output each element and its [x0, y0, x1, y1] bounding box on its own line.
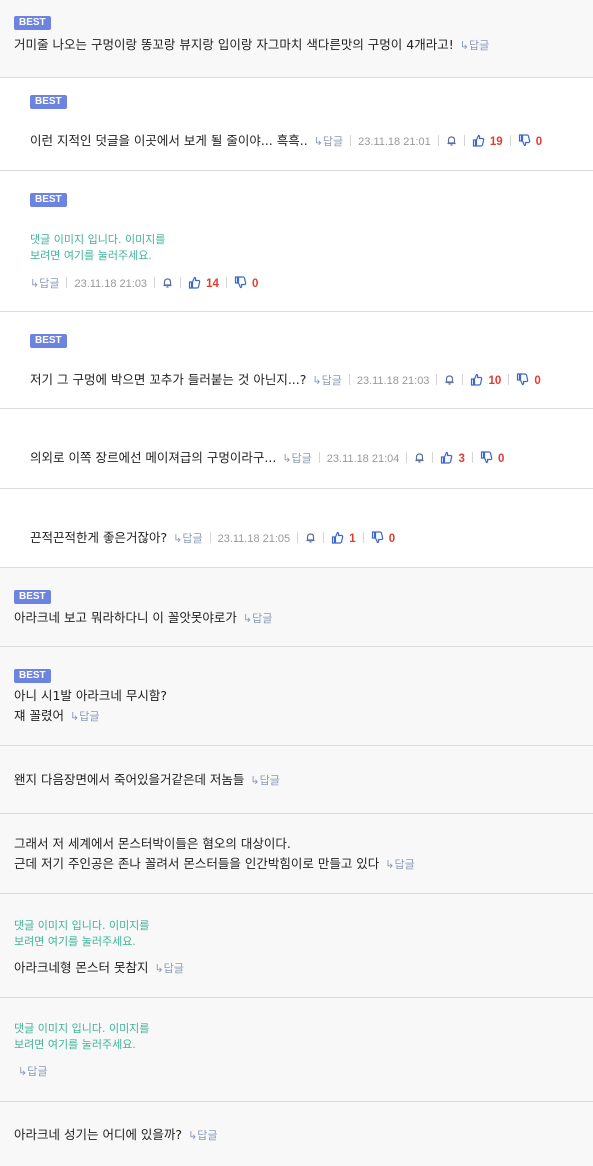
- comment-row: BEST 댓글 이미지 입니다. 이미지를 보려면 여기를 눌러주세요. ↳답글…: [0, 171, 593, 312]
- comment-row: 의외로 이쪽 장르에선 메이져급의 구멍이라구... ↳답글 23.11.18 21…: [0, 409, 593, 489]
- downvote-count: 0: [388, 533, 396, 545]
- best-badge: BEST: [14, 16, 51, 30]
- comment-line: 거미줄 나오는 구멍이랑 똥꼬랑 뷰지랑 입이랑 자그마치 색다른맛의 구멍이 …: [14, 34, 489, 54]
- report-bell-icon[interactable]: [162, 274, 173, 293]
- upvote-count: 1: [349, 533, 356, 545]
- thumbs-down-icon[interactable]: [371, 529, 384, 548]
- image-note-line: 댓글 이미지 입니다. 이미지를: [30, 233, 166, 246]
- comment-line: 왠지 다음장면에서 죽어있을거같은데 저놈들 ↳답글: [14, 769, 280, 789]
- best-badge: BEST: [14, 590, 51, 604]
- thumbs-up-icon[interactable]: [331, 529, 344, 548]
- comment-line: 아라크네형 몬스터 못참지 ↳답글: [14, 957, 184, 977]
- reply-link[interactable]: ↳답글: [250, 775, 279, 787]
- reply-link[interactable]: ↳답글: [188, 1130, 217, 1142]
- thumbs-up-icon[interactable]: [440, 449, 453, 468]
- comment-text: 아라크네형 몬스터 못참지: [14, 960, 149, 975]
- image-note-line: 보려면 여기를 눌러주세요.: [30, 249, 152, 262]
- report-bell-icon[interactable]: [414, 449, 425, 468]
- reply-link[interactable]: ↳답글: [30, 278, 59, 290]
- image-note-line: 댓글 이미지 입니다. 이미지를: [14, 919, 150, 932]
- report-bell-icon[interactable]: [444, 371, 455, 390]
- best-badge: BEST: [30, 95, 67, 109]
- reply-link[interactable]: ↳답글: [243, 613, 272, 625]
- comment-line: 끈적끈적한게 좋은거잖아? ↳답글 23.11.18 21:05 1 0: [30, 527, 395, 548]
- reply-link[interactable]: ↳답글: [18, 1063, 47, 1079]
- comment-text: 거미줄 나오는 구멍이랑 똥꼬랑 뷰지랑 입이랑 자그마치 색다른맛의 구멍이 …: [14, 37, 454, 52]
- comment-text: 아라크네 보고 뭐라하다니 이 꼴앗못야로가: [14, 610, 237, 625]
- comment-text: 쟤 꼴렸어: [14, 708, 64, 723]
- downvote-count: 0: [535, 136, 543, 148]
- reply-link[interactable]: ↳답글: [70, 711, 99, 723]
- comment-line: 의외로 이쪽 장르에선 메이져급의 구멍이라구... ↳답글 23.11.18 21…: [30, 447, 504, 468]
- comment-line: 아니 시1발 아라크네 무시함?: [14, 685, 167, 705]
- comment-text: 그래서 저 세계에서 몬스터박이들은 혐오의 대상이다.: [14, 836, 291, 851]
- comment-row: BEST 아라크네 보고 뭐라하다니 이 꼴앗못야로가 ↳답글: [0, 568, 593, 647]
- report-bell-icon[interactable]: [446, 132, 457, 151]
- comment-text: 이런 지적인 덧글을 이곳에서 보게 될 줄이야... 흑흑..: [30, 133, 308, 148]
- thumbs-down-icon[interactable]: [480, 449, 493, 468]
- comment-text: 끈적끈적한게 좋은거잖아?: [30, 530, 168, 545]
- comment-date: 23.11.18 21:03: [74, 278, 148, 290]
- comment-row: 그래서 저 세계에서 몬스터박이들은 혐오의 대상이다. 근데 저기 주인공은 …: [0, 814, 593, 894]
- thumbs-up-icon[interactable]: [470, 371, 483, 390]
- image-note-line: 보려면 여기를 눌러주세요.: [14, 1038, 136, 1051]
- comment-text: 의외로 이쪽 장르에선 메이져급의 구멍이라구...: [30, 450, 277, 465]
- comment-date: 23.11.18 21:04: [326, 453, 400, 465]
- comment-row: 아라크네 성기는 어디에 있을까? ↳답글: [0, 1102, 593, 1166]
- image-note-line: 댓글 이미지 입니다. 이미지를: [14, 1022, 150, 1035]
- comment-date: 23.11.18 21:03: [356, 375, 430, 387]
- comment-line: 그래서 저 세계에서 몬스터박이들은 혐오의 대상이다.: [14, 833, 291, 853]
- thumbs-down-icon[interactable]: [234, 274, 247, 293]
- comment-row: 댓글 이미지 입니다. 이미지를 보려면 여기를 눌러주세요. ↳답글: [0, 998, 593, 1102]
- downvote-count: 0: [252, 278, 259, 290]
- comment-line: 아라크네 보고 뭐라하다니 이 꼴앗못야로가 ↳답글: [14, 607, 272, 627]
- comment-text: 근데 저기 주인공은 존나 꼴려서 몬스터들을 인간박힘이로 만들고 있다: [14, 856, 380, 871]
- thumbs-up-icon[interactable]: [472, 132, 485, 151]
- upvote-count: 14: [206, 278, 219, 290]
- best-badge: BEST: [30, 193, 67, 207]
- comment-text: 저기 그 구멍에 박으면 꼬추가 들러붙는 것 아닌지...?: [30, 372, 307, 387]
- image-placeholder-note[interactable]: 댓글 이미지 입니다. 이미지를 보려면 여기를 눌러주세요.: [30, 232, 165, 264]
- downvote-count: 0: [534, 375, 541, 387]
- comment-line: 아라크네 성기는 어디에 있을까? ↳답글: [14, 1124, 218, 1144]
- comment-row: 댓글 이미지 입니다. 이미지를 보려면 여기를 눌러주세요. 아라크네형 몬스…: [0, 894, 593, 998]
- comment-row: BEST 저기 그 구멍에 박으면 꼬추가 들러붙는 것 아닌지...? ↳답글 2…: [0, 312, 593, 409]
- comment-line: 근데 저기 주인공은 존나 꼴려서 몬스터들을 인간박힘이로 만들고 있다 ↳답글: [14, 853, 415, 873]
- downvote-count: 0: [497, 453, 505, 465]
- comment-text: 아니 시1발 아라크네 무시함?: [14, 688, 168, 703]
- comment-row: BEST 아니 시1발 아라크네 무시함? 쟤 꼴렸어 ↳답글: [0, 647, 593, 746]
- comment-text: 아라크네 성기는 어디에 있을까?: [14, 1127, 183, 1142]
- best-badge: BEST: [30, 334, 67, 348]
- reply-link[interactable]: ↳답글: [460, 40, 489, 52]
- comment-row: 끈적끈적한게 좋은거잖아? ↳답글 23.11.18 21:05 1 0: [0, 489, 593, 568]
- upvote-count: 10: [488, 375, 502, 387]
- reply-link[interactable]: ↳답글: [385, 859, 414, 871]
- image-placeholder-note[interactable]: 댓글 이미지 입니다. 이미지를 보려면 여기를 눌러주세요.: [14, 918, 149, 950]
- reply-link[interactable]: ↳답글: [282, 453, 311, 465]
- image-note-line: 보려면 여기를 눌러주세요.: [14, 935, 136, 948]
- comment-row: BEST 이런 지적인 덧글을 이곳에서 보게 될 줄이야... 흑흑.. ↳답글…: [0, 78, 593, 171]
- comment-row: 왠지 다음장면에서 죽어있을거같은데 저놈들 ↳답글: [0, 746, 593, 814]
- comment-date: 23.11.18 21:01: [358, 136, 431, 148]
- thumbs-down-icon[interactable]: [518, 132, 531, 151]
- comment-text: 왠지 다음장면에서 죽어있을거같은데 저놈들: [14, 772, 245, 787]
- reply-link[interactable]: ↳답글: [154, 963, 183, 975]
- reply-link[interactable]: ↳답글: [173, 533, 202, 545]
- comment-row: BEST 거미줄 나오는 구멍이랑 똥꼬랑 뷰지랑 입이랑 자그마치 색다른맛의…: [0, 0, 593, 78]
- reply-link[interactable]: ↳답글: [314, 136, 343, 148]
- comment-line: 쟤 꼴렸어 ↳답글: [14, 705, 99, 725]
- best-badge: BEST: [14, 669, 51, 683]
- comment-line: 저기 그 구멍에 박으면 꼬추가 들러붙는 것 아닌지...? ↳답글 23.11.…: [30, 369, 541, 390]
- thumbs-up-icon[interactable]: [188, 274, 201, 293]
- upvote-count: 3: [458, 453, 465, 465]
- comment-date: 23.11.18 21:05: [217, 533, 291, 545]
- comment-line: ↳답글 23.11.18 21:03 14 0: [30, 272, 258, 293]
- image-placeholder-note[interactable]: 댓글 이미지 입니다. 이미지를 보려면 여기를 눌러주세요.: [14, 1021, 149, 1053]
- report-bell-icon[interactable]: [305, 529, 316, 548]
- reply-link[interactable]: ↳답글: [312, 375, 341, 387]
- thumbs-down-icon[interactable]: [516, 371, 529, 390]
- upvote-count: 19: [489, 136, 503, 148]
- comment-line: 이런 지적인 덧글을 이곳에서 보게 될 줄이야... 흑흑.. ↳답글 23.11…: [30, 130, 542, 151]
